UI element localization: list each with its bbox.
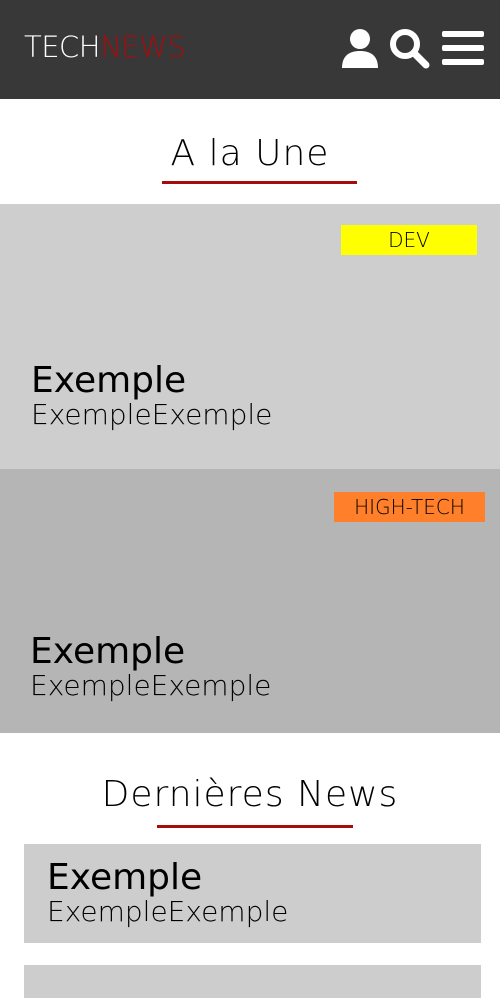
top-navbar: TECHNEWS [0,0,500,99]
news-item-subtitle: ExempleExemple [47,895,289,928]
featured-card-title[interactable]: Exemple [31,361,186,401]
category-badge-dev[interactable]: DEV [341,225,477,255]
user-icon[interactable] [339,26,383,70]
featured-card-subtitle: ExempleExemple [30,669,272,702]
site-logo[interactable]: TECHNEWS [24,29,186,65]
featured-card-title[interactable]: Exemple [30,632,185,672]
latest-news-title-underline [157,825,353,828]
news-list-item[interactable] [24,965,481,998]
latest-news-section-title: Dernières News [101,774,399,815]
menu-icon[interactable] [441,26,485,70]
news-list-item[interactable]: Exemple ExempleExemple [24,844,481,943]
featured-card-high-tech[interactable]: HIGH-TECH Exemple ExempleExemple [0,469,500,733]
featured-section-title: A la Une [170,133,330,174]
logo-text-tech: TECH [24,30,101,64]
featured-title-underline [162,181,357,184]
logo-text-news: NEWS [100,30,186,64]
category-badge-high-tech[interactable]: HIGH-TECH [334,492,485,522]
featured-card-dev[interactable]: DEV Exemple ExempleExemple [0,204,500,469]
news-item-title[interactable]: Exemple [47,858,202,898]
search-icon[interactable] [387,26,431,70]
featured-card-subtitle: ExempleExemple [31,398,273,431]
